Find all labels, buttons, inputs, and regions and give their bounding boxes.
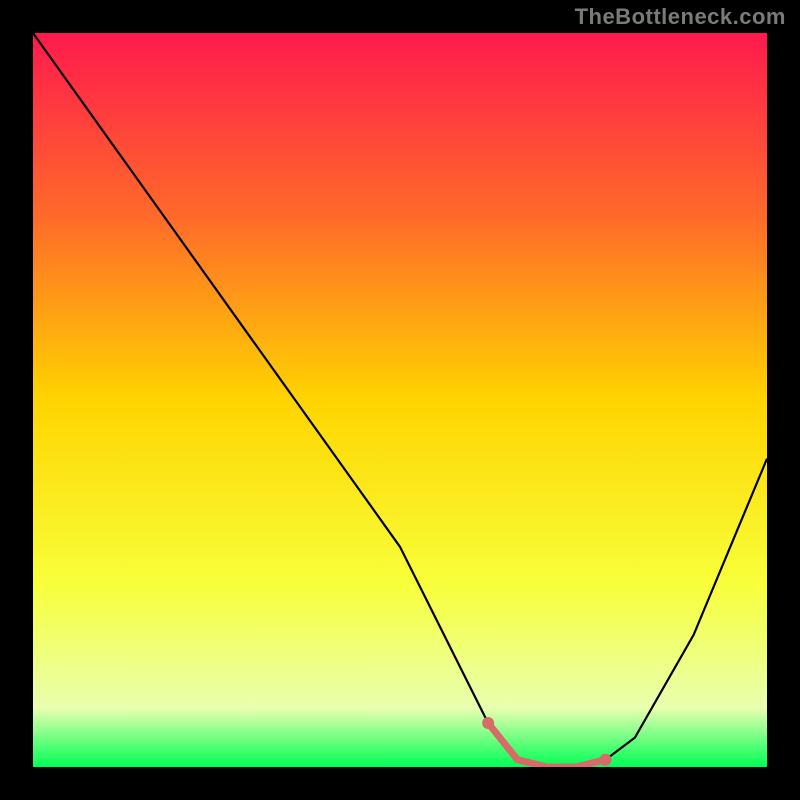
curve-overlay [33,33,767,767]
plot-area [33,33,767,767]
bottleneck-curve [33,33,767,767]
attribution-text: TheBottleneck.com [575,4,786,30]
optimal-range-markers [482,717,611,767]
